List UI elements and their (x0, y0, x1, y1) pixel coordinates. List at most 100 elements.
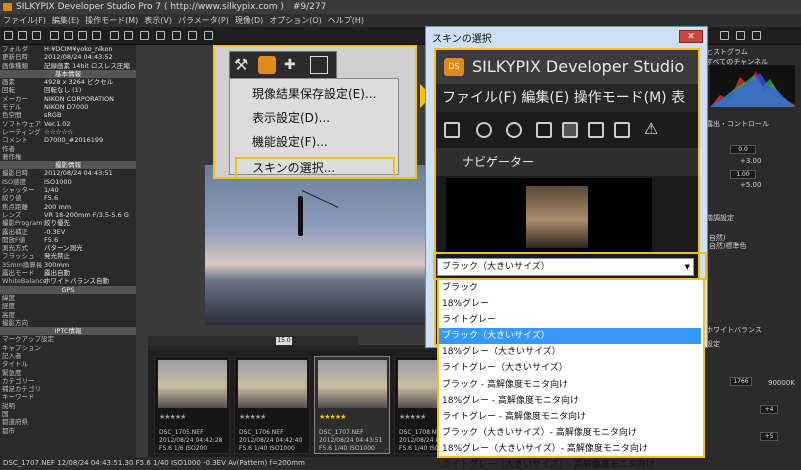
info-section-header[interactable]: IPTC情報 (0, 327, 136, 336)
full-view-icon[interactable] (78, 31, 87, 40)
info-key: 説明 (2, 401, 15, 410)
dust-icon[interactable] (188, 31, 197, 40)
info-value: 4928 x 3264 ピクセル (44, 78, 114, 87)
info-key: 経度 (2, 302, 15, 311)
rotate-icon[interactable] (124, 31, 133, 40)
puzzle-icon[interactable]: ✚ (284, 56, 302, 74)
filmstrip-thumbnail[interactable]: ★★★★★ DSC_1705.NEF 2012/08/24 04:42:28 F5.6… (154, 356, 230, 454)
info-key: 画素 (2, 78, 15, 87)
skin-option[interactable]: ブラック（大きいサイズ） (439, 328, 701, 345)
rating-stars[interactable]: ★★★★★ (239, 413, 266, 421)
skin-select[interactable]: ブラック（大きいサイズ） ▼ (437, 258, 694, 276)
menu-item[interactable]: パラメータ(P) (175, 16, 232, 25)
plus-field[interactable]: +4 (760, 405, 778, 414)
info-value (44, 418, 136, 426)
rating-stars[interactable]: ★★★★★ (159, 413, 186, 421)
option-menu-item[interactable]: 機能設定(F)... (252, 133, 328, 150)
brush-icon[interactable] (172, 31, 181, 40)
info-row: マークアップ設定 (0, 335, 136, 343)
info-value: 300mm (44, 260, 70, 269)
option-menu-item[interactable]: 現像結果保存設定(E)... (252, 85, 376, 102)
menu-item[interactable]: 編集(E) (49, 16, 82, 25)
option-menu-item[interactable]: スキンの選択... (235, 157, 395, 179)
menu-item[interactable]: 操作モード(M) (82, 16, 141, 25)
info-row: 撮影Program 絞り優先 (0, 219, 136, 227)
exposure-field[interactable]: 0.0 (730, 145, 756, 154)
skin-option[interactable]: ライトグレー（大きいサイズ）- 高解像度モニタ向け (439, 457, 701, 470)
skin-option[interactable]: ライトグレー (439, 312, 701, 328)
info-value: パターン測光 (44, 244, 83, 253)
rating-stars[interactable]: ★★★★★ (319, 413, 346, 421)
info-row: 焦点距離 200 mm (0, 203, 136, 211)
info-section-header[interactable]: GPS (0, 285, 136, 294)
info-key: 測光方式 (2, 244, 28, 253)
skin-option[interactable]: 18%グレー（大きいサイズ）- 高解像度モニタ向け (439, 441, 701, 457)
info-panel-scrollbar[interactable] (136, 45, 148, 457)
info-row: メーカー NIKON CORPORATION (0, 95, 136, 103)
plus-field-2[interactable]: +5 (760, 432, 778, 441)
temp-field[interactable]: 1766 (730, 377, 752, 386)
monitor-icon[interactable] (310, 56, 328, 74)
menu-item[interactable]: 表示(V) (141, 16, 175, 25)
wb-field[interactable]: 1.00 (730, 170, 756, 179)
skin-option[interactable]: ブラック（大きいサイズ）- 高解像度モニタ向け (439, 425, 701, 441)
filmstrip: ★★★★★ DSC_1705.NEF 2012/08/24 04:42:28 F5.6… (148, 350, 470, 457)
tool-icon[interactable]: ⚒ (234, 56, 252, 74)
info-key: 補足カテゴリ (2, 385, 41, 394)
menu-item[interactable]: ファイル(F) (0, 16, 49, 25)
thumb-exposure: F5.6 1/40 ISO1000 (319, 445, 375, 452)
skin-option[interactable]: ライトグレー（大きいサイズ） (439, 360, 701, 376)
filmstrip-thumbnail[interactable]: ★★★★★ DSC_1707.NEF 2012/08/24 04:43:51 F5.6… (314, 356, 390, 454)
viewer-controls (148, 336, 358, 346)
skin-option[interactable]: 18%グレー (439, 296, 701, 312)
skin-option[interactable]: 18%グレー - 高解像度モニタ向け (439, 393, 701, 409)
info-key: コメント (2, 136, 28, 145)
chevron-down-icon[interactable]: ▼ (685, 259, 690, 275)
stamp-icon[interactable] (204, 31, 213, 40)
info-value: 露出自動 (44, 269, 70, 278)
info-row: 都道府県 (0, 418, 136, 426)
info-section-header[interactable]: 撮影情報 (0, 161, 136, 170)
info-key: メーカー (2, 94, 28, 103)
compare-view-icon[interactable] (92, 31, 101, 40)
info-value: D7000_#2016199 (44, 136, 104, 145)
single-view-icon[interactable] (64, 31, 73, 40)
info-key: 絞り値 (2, 194, 22, 203)
info-row: 露出モード 露出自動 (0, 269, 136, 277)
zoom-field[interactable]: 15.0 (276, 337, 292, 345)
skin-option[interactable]: ブラック (439, 280, 701, 296)
menu-item[interactable]: ヘルプ(H) (325, 16, 367, 25)
window-title: SILKYPIX Developer Studio Pro 7 ( http:/… (16, 2, 284, 12)
rating-stars[interactable]: ★★★★★ (399, 413, 426, 421)
skin-option[interactable]: ブラック - 高解像度モニタ向け (439, 377, 701, 393)
crop-icon[interactable] (156, 31, 165, 40)
skin-option[interactable]: ライトグレー - 高解像度モニタ向け (439, 409, 701, 425)
print-icon[interactable] (736, 31, 745, 40)
info-value (44, 410, 136, 418)
warning-icon[interactable] (110, 31, 119, 40)
hand-tool-icon[interactable] (4, 31, 13, 40)
undo-icon[interactable] (18, 31, 27, 40)
close-icon[interactable]: ✕ (679, 30, 703, 43)
filmstrip-thumbnail[interactable]: ★★★★★ DSC_1706.NEF 2012/08/24 04:42:40 F5.6… (234, 356, 310, 454)
redo-icon[interactable] (32, 31, 41, 40)
skin-option[interactable]: 18%グレー（大きいサイズ） (439, 344, 701, 360)
menu-item[interactable]: オプション(O) (266, 16, 325, 25)
thumb-exposure: F5.6 1/40 ISO1000 (239, 445, 295, 452)
info-row: 緊急度 (0, 369, 136, 377)
grid-view-icon[interactable] (50, 31, 59, 40)
ds-logo-icon[interactable] (258, 56, 276, 74)
info-value: sRGB (44, 111, 62, 120)
info-section-header[interactable]: 基本情報 (0, 69, 136, 79)
menu-item[interactable]: 現像(D) (232, 16, 266, 25)
option-menu-item[interactable]: 表示設定(D)... (252, 109, 330, 126)
loupe-icon[interactable] (140, 31, 149, 40)
info-value: 回転なし (1) (44, 86, 82, 95)
settings-icon[interactable] (752, 31, 761, 40)
warning-icon: ⚠ (644, 119, 659, 138)
info-key: フラッシュ (2, 252, 35, 261)
info-value: 絞り優先 (44, 219, 70, 228)
info-value (44, 377, 136, 385)
dev-icon[interactable] (720, 31, 729, 40)
info-value: 発光禁止 (44, 252, 70, 261)
